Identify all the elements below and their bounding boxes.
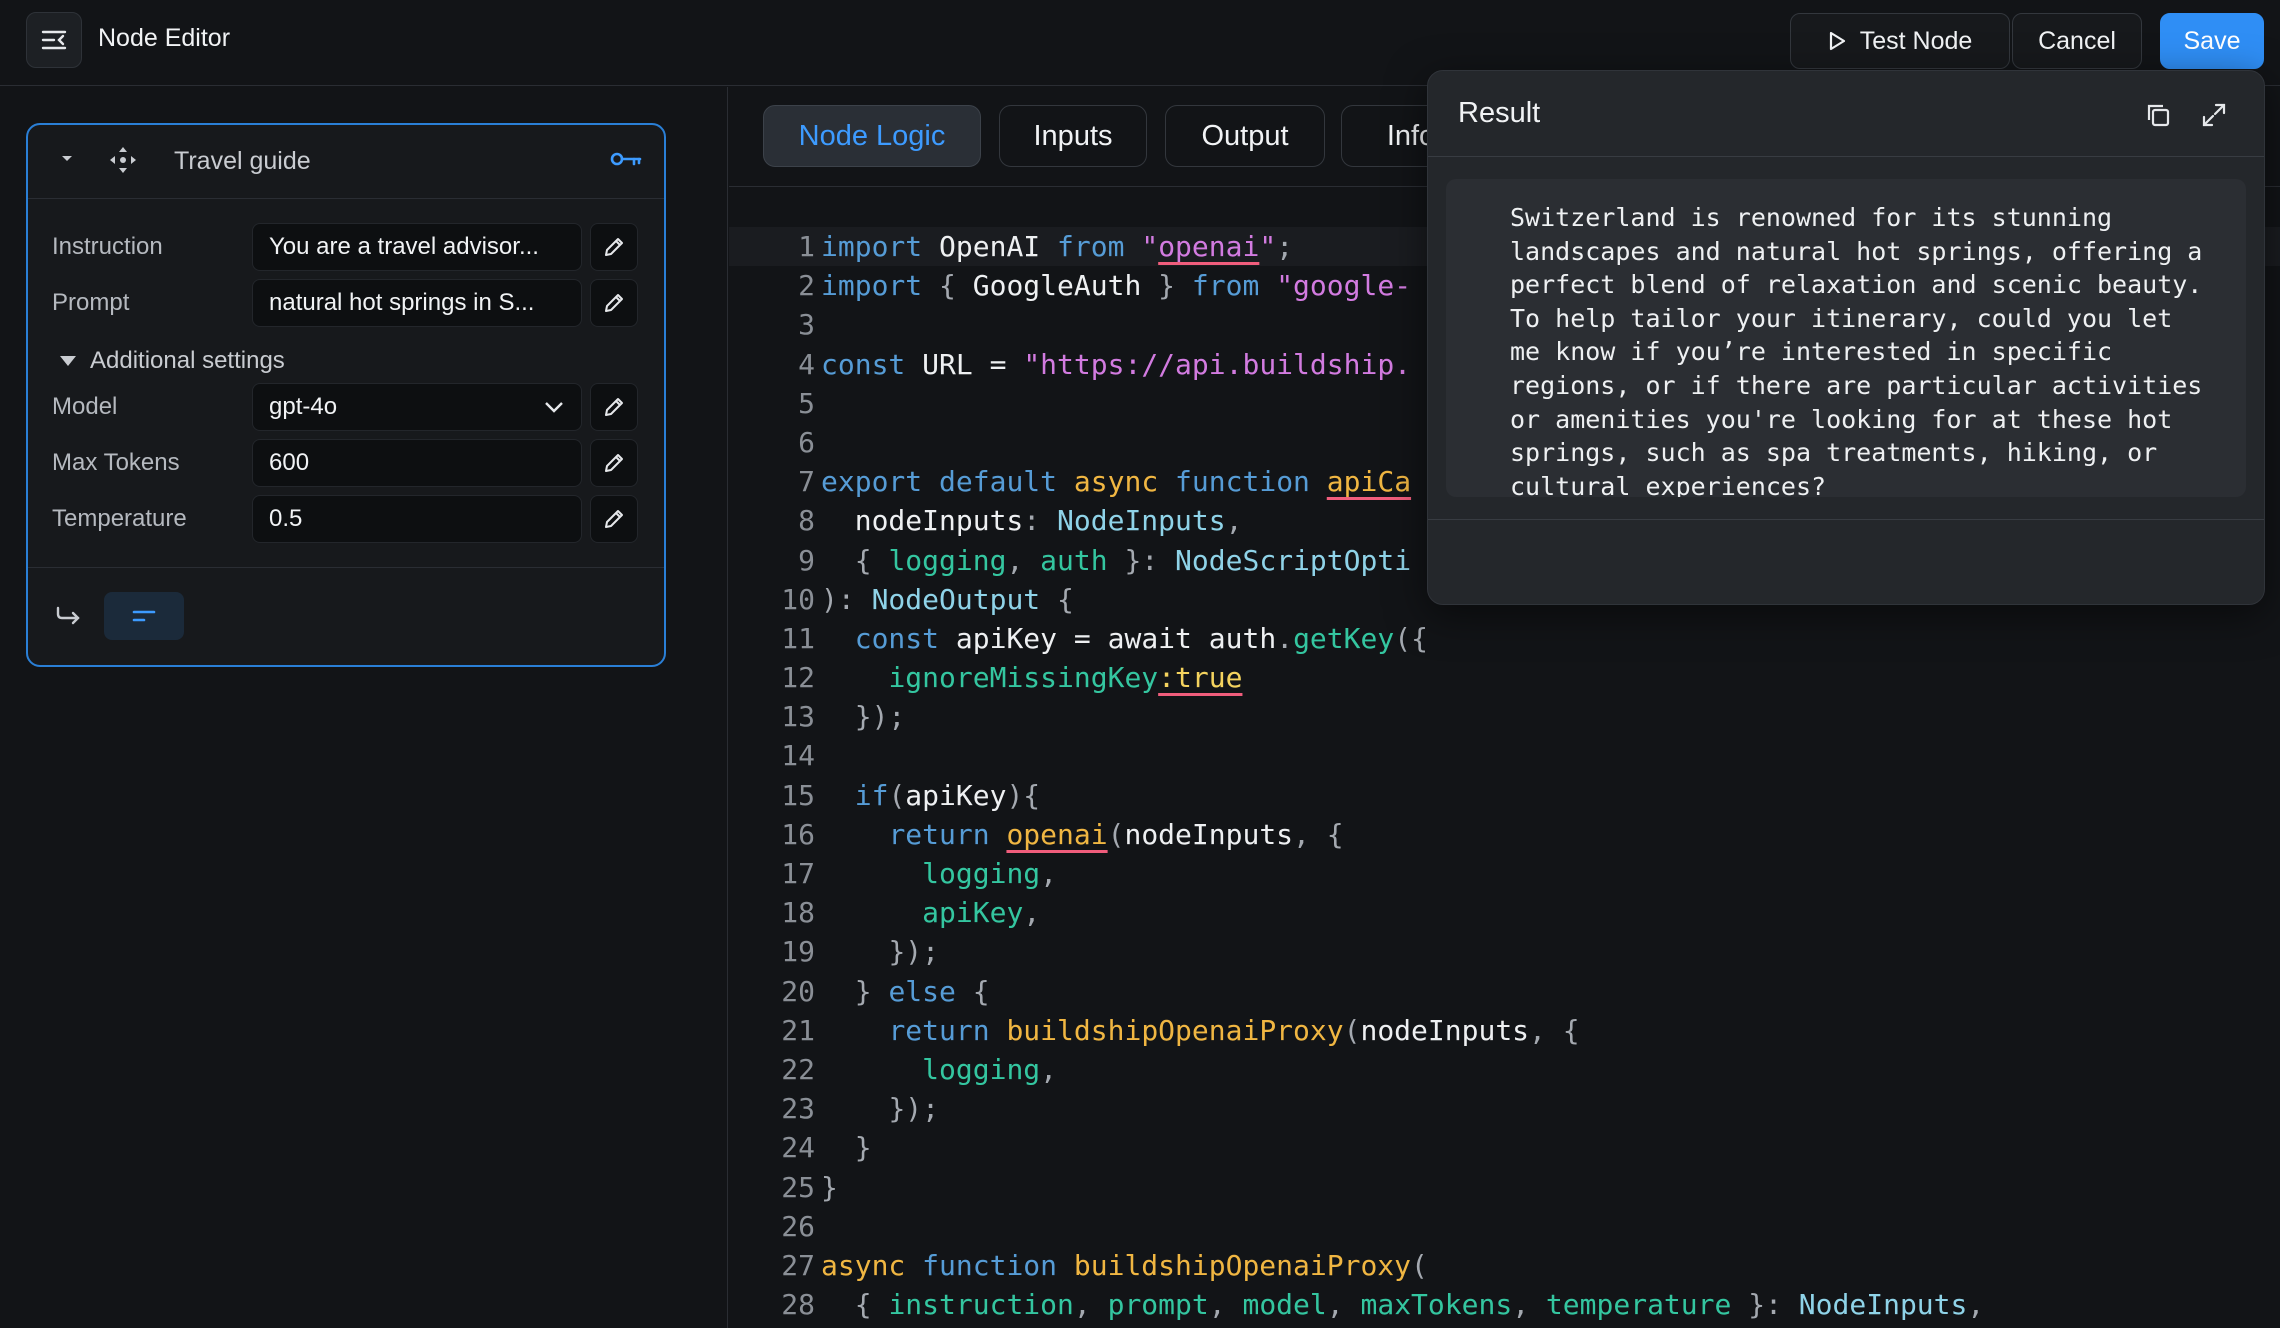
code-line: 17 logging, xyxy=(781,857,1058,890)
pencil-icon xyxy=(605,510,623,528)
code-line: 25} xyxy=(781,1170,838,1204)
collapse-menu-button[interactable] xyxy=(26,12,82,68)
prompt-edit-button[interactable] xyxy=(590,279,638,327)
test-node-button[interactable]: Test Node xyxy=(1790,13,2010,69)
result-header: Result xyxy=(1428,71,2264,157)
temperature-label: Temperature xyxy=(52,505,187,532)
text-lines-icon xyxy=(132,610,156,622)
code-line: 19 }); xyxy=(781,935,940,969)
move-icon[interactable] xyxy=(108,145,138,179)
code-line: 14 xyxy=(781,739,815,773)
pencil-icon xyxy=(605,294,623,312)
node-card-footer xyxy=(28,567,664,665)
pencil-icon xyxy=(605,398,623,416)
chevron-down-icon xyxy=(545,402,563,413)
code-line: 20 } else { xyxy=(781,974,990,1008)
play-icon xyxy=(1829,31,1845,51)
code-line: 12 ignoreMissingKey:true xyxy=(781,661,1243,695)
node-card: Travel guide Instruction You are a trave… xyxy=(26,123,666,667)
triangle-down-icon xyxy=(60,356,76,366)
result-text: Switzerland is renowned for its stunning… xyxy=(1446,179,2246,497)
additional-settings-label: Additional settings xyxy=(90,347,285,374)
tab-output[interactable]: Output xyxy=(1165,105,1325,167)
code-line: 26 xyxy=(781,1209,815,1243)
pencil-icon xyxy=(605,238,623,256)
max-tokens-edit-button[interactable] xyxy=(590,439,638,487)
temperature-field[interactable]: 0.5 xyxy=(252,495,582,543)
chevron-down-icon[interactable] xyxy=(58,149,76,171)
prompt-field[interactable]: natural hot springs in S... xyxy=(252,279,582,327)
code-line: 27 async function buildshipOpenaiProxy( xyxy=(781,1248,1428,1282)
max-tokens-label: Max Tokens xyxy=(52,449,180,476)
tab-inputs[interactable]: Inputs xyxy=(999,105,1147,167)
key-icon[interactable] xyxy=(610,149,642,173)
temperature-edit-button[interactable] xyxy=(590,495,638,543)
code-line: 24 } xyxy=(781,1131,872,1165)
code-line: 18 apiKey, xyxy=(781,896,1041,930)
node-card-header: Travel guide xyxy=(28,125,664,199)
code-line: 21 return buildshipOpenaiProxy(nodeInput… xyxy=(781,1013,1580,1047)
code-line: 22 logging, xyxy=(781,1052,1058,1086)
result-popover: Result Switzerland is renowned for its s… xyxy=(1427,70,2265,605)
prompt-label: Prompt xyxy=(52,289,130,316)
menu-collapse-icon xyxy=(41,30,67,50)
return-arrow-icon[interactable] xyxy=(54,604,82,632)
max-tokens-field[interactable]: 600 xyxy=(252,439,582,487)
model-label: Model xyxy=(52,393,118,420)
result-divider xyxy=(1428,519,2264,520)
copy-icon[interactable] xyxy=(2144,101,2172,133)
model-edit-button[interactable] xyxy=(590,383,638,431)
code-line: 28 { instruction, prompt, model, maxToke… xyxy=(781,1288,1985,1322)
result-title: Result xyxy=(1458,97,1541,129)
expand-icon[interactable] xyxy=(2200,101,2228,133)
code-line: 16 return openai(nodeInputs, { xyxy=(781,817,1344,851)
left-panel: Travel guide Instruction You are a trave… xyxy=(0,87,728,1328)
pencil-icon xyxy=(605,454,623,472)
code-line: 11 const apiKey = await auth.getKey({ xyxy=(781,621,1428,655)
node-name: Travel guide xyxy=(174,147,311,175)
cancel-button[interactable]: Cancel xyxy=(2012,13,2142,69)
model-select[interactable]: gpt-4o xyxy=(252,383,582,431)
code-line: 23 }); xyxy=(781,1092,940,1126)
save-label: Save xyxy=(2183,26,2241,55)
code-line: 13 }); xyxy=(781,700,906,734)
instruction-field[interactable]: You are a travel advisor... xyxy=(252,223,582,271)
page-title: Node Editor xyxy=(98,24,231,52)
save-button[interactable]: Save xyxy=(2160,13,2264,69)
instruction-label: Instruction xyxy=(52,233,163,260)
output-chip[interactable] xyxy=(104,592,184,640)
tab-node-logic[interactable]: Node Logic xyxy=(763,105,981,167)
instruction-edit-button[interactable] xyxy=(590,223,638,271)
model-value: gpt-4o xyxy=(269,393,338,420)
test-node-label: Test Node xyxy=(1859,26,1973,55)
additional-settings-toggle[interactable]: Additional settings xyxy=(58,347,285,375)
cancel-label: Cancel xyxy=(2038,26,2116,55)
code-line: 15 if(apiKey){ xyxy=(781,778,1041,812)
